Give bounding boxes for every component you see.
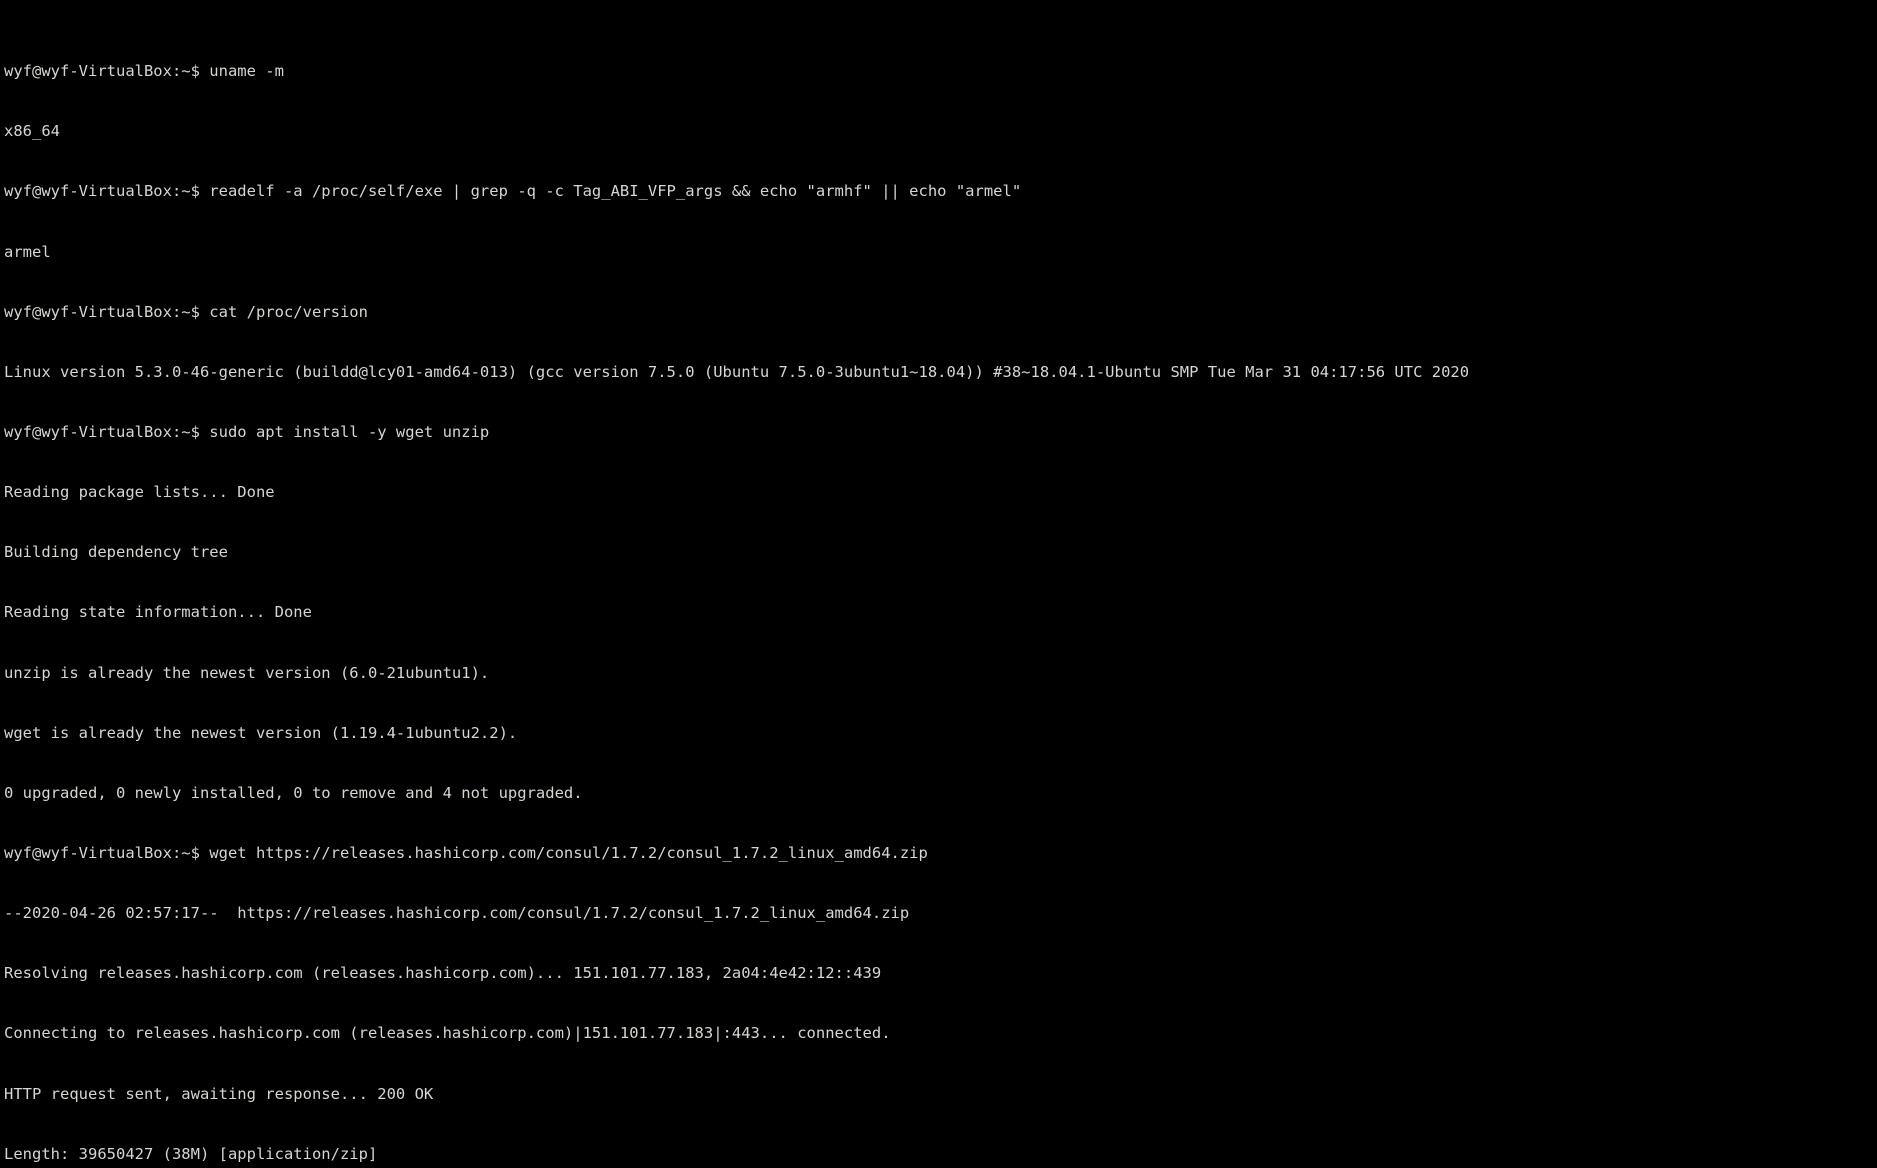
terminal-line: HTTP request sent, awaiting response... … — [4, 1084, 434, 1103]
terminal-line: Connecting to releases.hashicorp.com (re… — [4, 1024, 891, 1043]
terminal-line: unzip is already the newest version (6.0… — [4, 663, 490, 682]
terminal-line: 0 upgraded, 0 newly installed, 0 to remo… — [4, 783, 583, 802]
terminal-line: wyf@wyf-VirtualBox:~$ uname -m — [4, 62, 284, 81]
terminal-line: armel — [4, 242, 51, 261]
terminal-line: wget is already the newest version (1.19… — [4, 723, 518, 742]
terminal-line: Resolving releases.hashicorp.com (releas… — [4, 964, 882, 983]
terminal-line: Reading package lists... Done — [4, 483, 275, 502]
terminal-line: --2020-04-26 02:57:17-- https://releases… — [4, 904, 910, 923]
terminal-line: wyf@wyf-VirtualBox:~$ cat /proc/version — [4, 302, 368, 321]
terminal-line: Length: 39650427 (38M) [application/zip] — [4, 1144, 378, 1163]
terminal-line: Building dependency tree — [4, 543, 228, 562]
terminal-line: wyf@wyf-VirtualBox:~$ wget https://relea… — [4, 843, 928, 862]
terminal-line: wyf@wyf-VirtualBox:~$ sudo apt install -… — [4, 422, 490, 441]
terminal-line: Reading state information... Done — [4, 603, 312, 622]
terminal-line: wyf@wyf-VirtualBox:~$ readelf -a /proc/s… — [4, 182, 1022, 201]
terminal-line: x86_64 — [4, 122, 60, 141]
terminal-line: Linux version 5.3.0-46-generic (buildd@l… — [4, 362, 1470, 381]
terminal-window[interactable]: wyf@wyf-VirtualBox:~$ uname -m x86_64 wy… — [0, 0, 1877, 1163]
